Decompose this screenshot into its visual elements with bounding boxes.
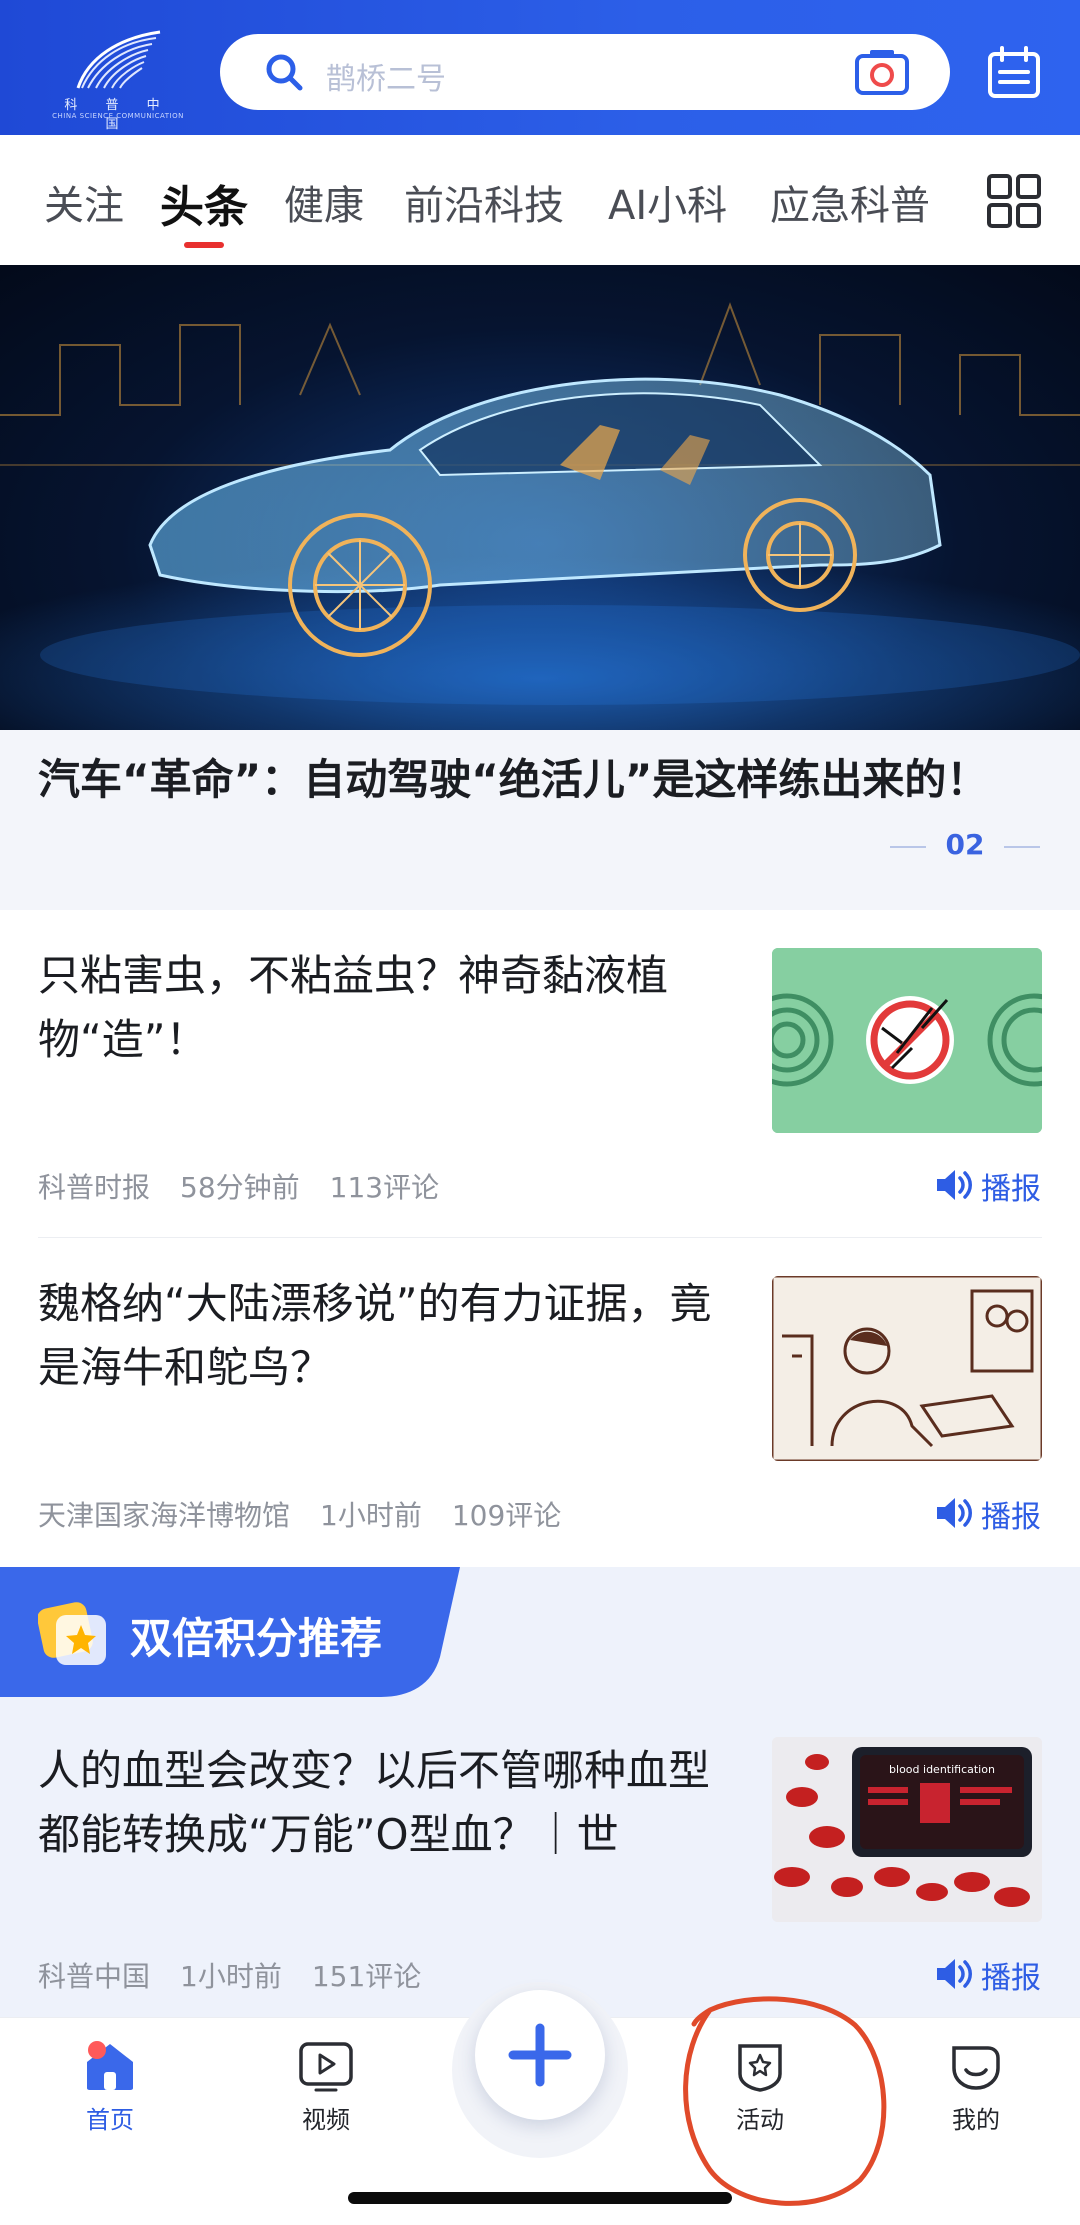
grid-icon[interactable] [986, 173, 1042, 229]
article-title[interactable]: 只粘害虫，不粘益虫？神奇黏液植物“造”！ [38, 944, 738, 1072]
camera-icon[interactable] [854, 48, 910, 96]
article-title[interactable]: 人的血型会改变？以后不管哪种血型都能转换成“万能”O型血？｜世 [38, 1739, 738, 1867]
article-comments[interactable]: 151评论 [312, 1960, 421, 1993]
thumbnail-text: blood identification [889, 1763, 995, 1776]
tab-follow[interactable]: 关注 [44, 173, 124, 231]
transparent-car-illustration [0, 302, 1080, 730]
hero-caption[interactable]: 汽车“革命”：自动驾驶“绝活儿”是这样练出来的！ 02 [0, 730, 1080, 910]
blood-cells-image: blood identification [772, 1737, 1042, 1922]
hero-pagination: 02 [890, 826, 1040, 866]
speaker-icon [937, 1959, 972, 1989]
play-label: 播报 [981, 1961, 1041, 1996]
tab-health[interactable]: 健康 [284, 173, 364, 231]
double-points-section: 双倍积分推荐 人的血型会改变？以后不管哪种血型都能转换成“万能”O型血？｜世 b… [0, 1567, 1080, 2017]
pagination-line-right [1004, 846, 1040, 848]
article-thumbnail[interactable] [772, 948, 1042, 1133]
star-badge-icon [38, 1602, 106, 1665]
hero-image[interactable] [0, 265, 1080, 730]
nav-label: 视频 [302, 2106, 350, 2134]
nav-home[interactable]: 首页 [50, 2040, 170, 2135]
search-input[interactable]: 鹊桥二号 [326, 54, 446, 98]
nav-label: 我的 [952, 2106, 1000, 2134]
play-label: 播报 [981, 1500, 1041, 1535]
hero-page-number: 02 [945, 828, 985, 861]
article-time: 1小时前 [180, 1960, 282, 1993]
create-post-button[interactable] [475, 1990, 605, 2120]
active-tab-indicator [184, 242, 224, 248]
article-time: 58分钟前 [180, 1171, 300, 1204]
calendar-icon[interactable] [986, 44, 1042, 100]
home-indicator [348, 2192, 732, 2204]
nav-video[interactable]: 视频 [266, 2040, 386, 2135]
tab-ai-xiaoke[interactable]: AI小科 [608, 173, 727, 231]
tab-emergency-science[interactable]: 应急科普 [770, 173, 930, 231]
speaker-icon [937, 1170, 972, 1200]
search-bar[interactable]: 鹊桥二号 [220, 34, 950, 110]
hero-title[interactable]: 汽车“革命”：自动驾驶“绝活儿”是这样练出来的！ [38, 748, 998, 812]
app-logo[interactable]: 科 普 中 国 CHINA SCIENCE COMMUNICATION [48, 28, 188, 132]
nav-profile[interactable]: 我的 [916, 2040, 1036, 2135]
video-icon [299, 2042, 353, 2092]
article-meta: 天津国家海洋博物馆 1小时前 109评论 [38, 1494, 591, 1534]
article-card[interactable]: 魏格纳“大陆漂移说”的有力证据，竟是海牛和鸵鸟？ 天津国家海洋博物馆 1小时前 10… [0, 1238, 1080, 1567]
article-meta: 科普中国 1小时前 151评论 [38, 1955, 451, 1995]
article-title[interactable]: 魏格纳“大陆漂移说”的有力证据，竟是海牛和鸵鸟？ [38, 1272, 738, 1400]
article-time: 1小时前 [320, 1499, 422, 1532]
profile-icon [952, 2046, 1000, 2090]
home-icon [87, 2041, 133, 2090]
pagination-line-left [890, 846, 926, 848]
logo-mark-icon [76, 30, 161, 89]
logo-subtext: CHINA SCIENCE COMMUNICATION [52, 112, 184, 120]
tab-headlines[interactable]: 头条 [160, 171, 248, 235]
search-icon[interactable] [264, 52, 304, 92]
article-source[interactable]: 科普时报 [38, 1171, 150, 1204]
play-label: 播报 [981, 1172, 1041, 1207]
speaker-icon [937, 1498, 972, 1528]
article-comments[interactable]: 109评论 [452, 1499, 561, 1532]
tab-frontier-tech[interactable]: 前沿科技 [404, 173, 564, 231]
article-thumbnail[interactable] [772, 1276, 1042, 1461]
article-source[interactable]: 科普中国 [38, 1960, 150, 1993]
article-source[interactable]: 天津国家海洋博物馆 [38, 1499, 290, 1532]
plus-icon [508, 2023, 572, 2087]
mosquito-coil-image [772, 948, 1042, 1133]
article-meta: 科普时报 58分钟前 113评论 [38, 1166, 469, 1206]
promo-title: 双倍积分推荐 [130, 1614, 383, 1663]
wegener-sketch-image [772, 1276, 1042, 1461]
top-header: 科 普 中 国 CHINA SCIENCE COMMUNICATION 鹊桥二号 [0, 0, 1080, 135]
nav-label: 首页 [86, 2106, 134, 2134]
annotation-circle [683, 1996, 887, 2206]
article-card[interactable]: 只粘害虫，不粘益虫？神奇黏液植物“造”！ 科普时报 58分钟前 113评论 播报 [0, 910, 1080, 1238]
category-tabs: 关注 头条 健康 前沿科技 AI小科 应急科普 [0, 135, 1080, 265]
article-thumbnail[interactable]: blood identification [772, 1737, 1042, 1922]
article-comments[interactable]: 113评论 [330, 1171, 439, 1204]
